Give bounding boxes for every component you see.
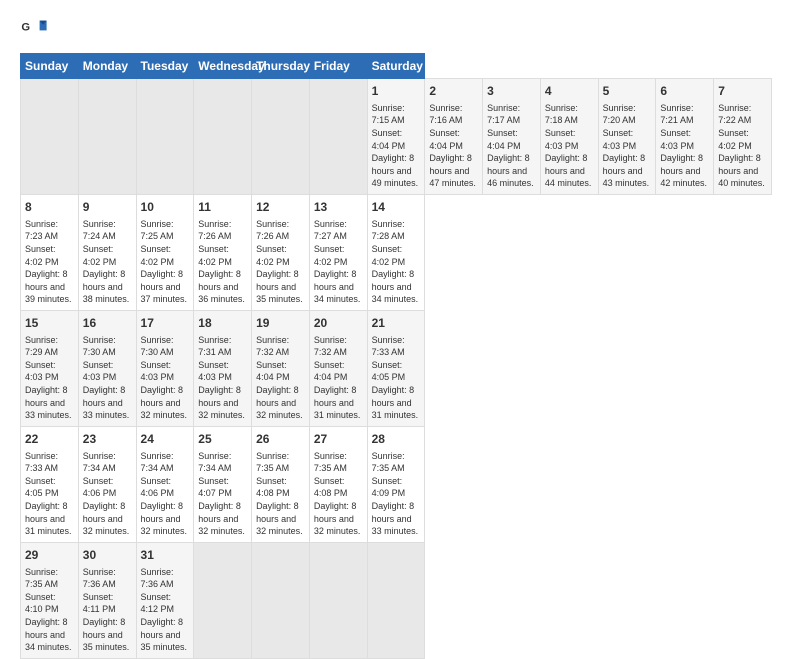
calendar-cell: 2Sunrise: 7:16 AMSunset: 4:04 PMDaylight… [425, 79, 483, 195]
calendar-page: G SundayMondayTuesdayWednesdayThursdayFr… [0, 0, 792, 612]
calendar-table: SundayMondayTuesdayWednesdayThursdayFrid… [20, 53, 772, 659]
calendar-cell: 14Sunrise: 7:28 AMSunset: 4:02 PMDayligh… [367, 194, 425, 310]
day-number: 3 [487, 83, 536, 100]
weekday-header-row: SundayMondayTuesdayWednesdayThursdayFrid… [21, 54, 772, 79]
calendar-cell: 24Sunrise: 7:34 AMSunset: 4:06 PMDayligh… [136, 426, 194, 542]
day-number: 24 [141, 431, 190, 448]
weekday-header-wednesday: Wednesday [194, 54, 252, 79]
day-number: 15 [25, 315, 74, 332]
day-number: 5 [603, 83, 652, 100]
calendar-week-4: 22Sunrise: 7:33 AMSunset: 4:05 PMDayligh… [21, 426, 772, 542]
day-number: 20 [314, 315, 363, 332]
day-number: 10 [141, 199, 190, 216]
calendar-week-1: 1Sunrise: 7:15 AMSunset: 4:04 PMDaylight… [21, 79, 772, 195]
calendar-cell: 10Sunrise: 7:25 AMSunset: 4:02 PMDayligh… [136, 194, 194, 310]
day-number: 23 [83, 431, 132, 448]
calendar-cell: 12Sunrise: 7:26 AMSunset: 4:02 PMDayligh… [252, 194, 310, 310]
calendar-cell: 6Sunrise: 7:21 AMSunset: 4:03 PMDaylight… [656, 79, 714, 195]
calendar-cell: 22Sunrise: 7:33 AMSunset: 4:05 PMDayligh… [21, 426, 79, 542]
calendar-cell: 29Sunrise: 7:35 AMSunset: 4:10 PMDayligh… [21, 542, 79, 658]
calendar-cell: 18Sunrise: 7:31 AMSunset: 4:03 PMDayligh… [194, 310, 252, 426]
weekday-header-saturday: Saturday [367, 54, 425, 79]
calendar-cell: 30Sunrise: 7:36 AMSunset: 4:11 PMDayligh… [78, 542, 136, 658]
calendar-cell: 27Sunrise: 7:35 AMSunset: 4:08 PMDayligh… [309, 426, 367, 542]
calendar-cell [252, 542, 310, 658]
day-number: 16 [83, 315, 132, 332]
day-number: 13 [314, 199, 363, 216]
weekday-header-sunday: Sunday [21, 54, 79, 79]
day-number: 22 [25, 431, 74, 448]
calendar-cell [252, 79, 310, 195]
day-number: 26 [256, 431, 305, 448]
day-number: 31 [141, 547, 190, 564]
day-number: 11 [198, 199, 247, 216]
weekday-header-friday: Friday [309, 54, 367, 79]
calendar-cell: 1Sunrise: 7:15 AMSunset: 4:04 PMDaylight… [367, 79, 425, 195]
calendar-cell: 15Sunrise: 7:29 AMSunset: 4:03 PMDayligh… [21, 310, 79, 426]
day-number: 25 [198, 431, 247, 448]
day-number: 2 [429, 83, 478, 100]
calendar-cell: 3Sunrise: 7:17 AMSunset: 4:04 PMDaylight… [483, 79, 541, 195]
calendar-cell: 20Sunrise: 7:32 AMSunset: 4:04 PMDayligh… [309, 310, 367, 426]
day-number: 4 [545, 83, 594, 100]
calendar-cell: 17Sunrise: 7:30 AMSunset: 4:03 PMDayligh… [136, 310, 194, 426]
day-number: 7 [718, 83, 767, 100]
calendar-cell: 16Sunrise: 7:30 AMSunset: 4:03 PMDayligh… [78, 310, 136, 426]
calendar-cell: 4Sunrise: 7:18 AMSunset: 4:03 PMDaylight… [540, 79, 598, 195]
day-number: 30 [83, 547, 132, 564]
calendar-cell: 28Sunrise: 7:35 AMSunset: 4:09 PMDayligh… [367, 426, 425, 542]
day-number: 8 [25, 199, 74, 216]
calendar-cell: 9Sunrise: 7:24 AMSunset: 4:02 PMDaylight… [78, 194, 136, 310]
header: G [20, 15, 772, 43]
calendar-cell [194, 542, 252, 658]
logo: G [20, 15, 52, 43]
calendar-cell: 31Sunrise: 7:36 AMSunset: 4:12 PMDayligh… [136, 542, 194, 658]
calendar-cell: 8Sunrise: 7:23 AMSunset: 4:02 PMDaylight… [21, 194, 79, 310]
day-number: 19 [256, 315, 305, 332]
calendar-cell: 26Sunrise: 7:35 AMSunset: 4:08 PMDayligh… [252, 426, 310, 542]
day-number: 27 [314, 431, 363, 448]
calendar-cell: 7Sunrise: 7:22 AMSunset: 4:02 PMDaylight… [714, 79, 772, 195]
calendar-cell [309, 79, 367, 195]
calendar-cell: 13Sunrise: 7:27 AMSunset: 4:02 PMDayligh… [309, 194, 367, 310]
calendar-cell [21, 79, 79, 195]
calendar-cell: 5Sunrise: 7:20 AMSunset: 4:03 PMDaylight… [598, 79, 656, 195]
day-number: 14 [372, 199, 421, 216]
calendar-week-5: 29Sunrise: 7:35 AMSunset: 4:10 PMDayligh… [21, 542, 772, 658]
calendar-cell: 21Sunrise: 7:33 AMSunset: 4:05 PMDayligh… [367, 310, 425, 426]
day-number: 1 [372, 83, 421, 100]
day-number: 29 [25, 547, 74, 564]
calendar-cell [194, 79, 252, 195]
day-number: 17 [141, 315, 190, 332]
calendar-cell: 19Sunrise: 7:32 AMSunset: 4:04 PMDayligh… [252, 310, 310, 426]
calendar-cell [136, 79, 194, 195]
svg-text:G: G [21, 21, 30, 33]
day-number: 6 [660, 83, 709, 100]
calendar-cell [367, 542, 425, 658]
calendar-cell: 11Sunrise: 7:26 AMSunset: 4:02 PMDayligh… [194, 194, 252, 310]
day-number: 28 [372, 431, 421, 448]
calendar-cell: 23Sunrise: 7:34 AMSunset: 4:06 PMDayligh… [78, 426, 136, 542]
day-number: 18 [198, 315, 247, 332]
calendar-cell [78, 79, 136, 195]
weekday-header-thursday: Thursday [252, 54, 310, 79]
weekday-header-monday: Monday [78, 54, 136, 79]
calendar-week-3: 15Sunrise: 7:29 AMSunset: 4:03 PMDayligh… [21, 310, 772, 426]
calendar-week-2: 8Sunrise: 7:23 AMSunset: 4:02 PMDaylight… [21, 194, 772, 310]
calendar-cell: 25Sunrise: 7:34 AMSunset: 4:07 PMDayligh… [194, 426, 252, 542]
day-number: 21 [372, 315, 421, 332]
logo-icon: G [20, 15, 48, 43]
day-number: 9 [83, 199, 132, 216]
day-number: 12 [256, 199, 305, 216]
weekday-header-tuesday: Tuesday [136, 54, 194, 79]
calendar-cell [309, 542, 367, 658]
